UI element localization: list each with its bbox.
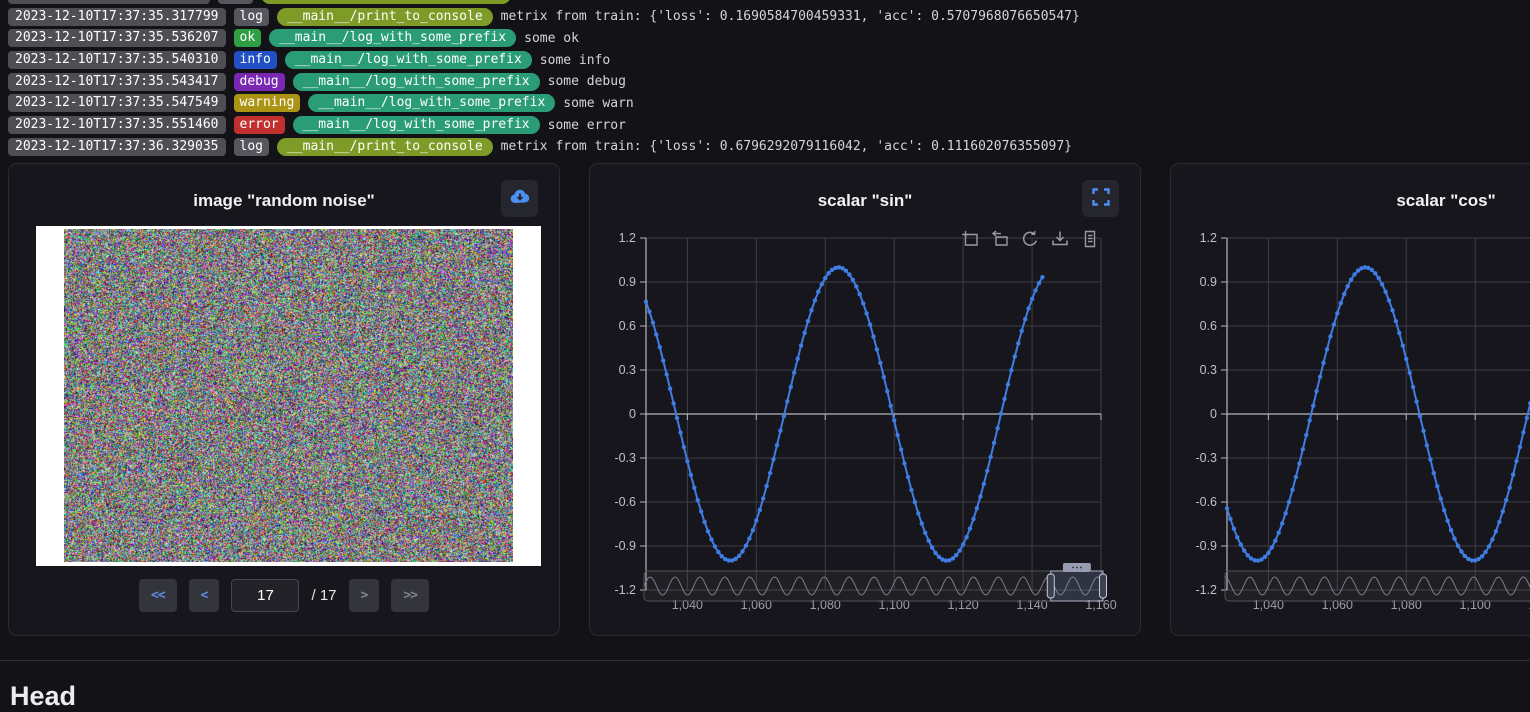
log-level-badge: info <box>234 51 277 69</box>
log-row: 2023-12-10T17:37:35.543417 debug __main_… <box>8 73 1080 91</box>
svg-text:1.2: 1.2 <box>619 231 636 245</box>
log-source-pill: __main__/log_with_some_prefix <box>293 116 540 134</box>
cos-chart-card: 1.20.90.60.30-0.3-0.6-0.9-1.21,0401,0601… <box>1170 163 1530 636</box>
datazoom-slider[interactable] <box>1225 563 1530 601</box>
svg-text:0: 0 <box>1210 407 1217 421</box>
image-pagination: << < / 17 > >> <box>9 579 559 612</box>
svg-text:-0.9: -0.9 <box>614 539 636 553</box>
log-row: 2023-12-10T17:37:35.551460 error __main_… <box>8 116 1080 134</box>
slider-handle[interactable] <box>1047 574 1054 598</box>
image-card-title: image "random noise" <box>9 191 559 211</box>
log-timestamp: 2023-12-10T17:37:35.317799 <box>8 8 226 26</box>
zoom-back-icon[interactable] <box>991 230 1009 248</box>
cloud-download-icon <box>509 186 531 211</box>
log-level-badge: debug <box>234 73 285 91</box>
log-message: some warn <box>563 96 633 111</box>
log-level-badge: log <box>234 8 269 26</box>
log-source-pill: __main__/log_with_some_prefix <box>285 51 532 69</box>
svg-text:0.9: 0.9 <box>619 275 636 289</box>
log-row <box>8 0 1080 4</box>
svg-text:-0.3: -0.3 <box>1195 451 1217 465</box>
log-message: some debug <box>548 74 626 89</box>
data-view-icon[interactable] <box>1081 230 1099 248</box>
log-message: some info <box>540 53 610 68</box>
sin-chart-card: 1.20.90.60.30-0.3-0.6-0.9-1.21,0401,0601… <box>589 163 1141 636</box>
svg-text:-0.3: -0.3 <box>614 451 636 465</box>
log-level-badge: warning <box>234 94 301 112</box>
slider-window[interactable] <box>1051 571 1103 601</box>
save-image-icon[interactable] <box>1051 230 1069 248</box>
slider-handle[interactable] <box>1100 574 1107 598</box>
datazoom-slider[interactable] <box>644 563 1107 601</box>
last-page-button[interactable]: >> <box>391 579 429 612</box>
sin-chart-title: scalar "sin" <box>590 191 1140 211</box>
log-source-pill: __main__/print_to_console <box>277 138 493 156</box>
fullscreen-icon <box>1092 188 1110 209</box>
log-timestamp: 2023-12-10T17:37:35.543417 <box>8 73 226 91</box>
fullscreen-button[interactable] <box>1082 180 1119 217</box>
log-level-badge: error <box>234 116 285 134</box>
log-row: 2023-12-10T17:37:35.536207 ok __main__/l… <box>8 29 1080 47</box>
log-source-pill: __main__/log_with_some_prefix <box>308 94 555 112</box>
cos-chart-title: scalar "cos" <box>1171 191 1530 211</box>
page-total-label: / 17 <box>311 587 336 604</box>
log-row: 2023-12-10T17:37:35.540310 info __main__… <box>8 51 1080 69</box>
cos-chart-plot[interactable]: 1.20.90.60.30-0.3-0.6-0.9-1.21,0401,0601… <box>1171 164 1530 637</box>
log-message: metrix from train: {'loss': 0.6796292079… <box>501 139 1072 154</box>
log-timestamp <box>8 0 210 4</box>
log-row: 2023-12-10T17:37:35.547549 warning __mai… <box>8 94 1080 112</box>
svg-text:-0.6: -0.6 <box>614 495 636 509</box>
random-noise-image <box>64 229 513 562</box>
zoom-box-icon[interactable] <box>961 230 979 248</box>
log-source-pill: __main__/log_with_some_prefix <box>293 73 540 91</box>
svg-text:-0.6: -0.6 <box>1195 495 1217 509</box>
first-page-button[interactable]: << <box>139 579 177 612</box>
chart-toolbar <box>961 230 1099 248</box>
log-source-pill: __main__/print_to_console <box>277 8 493 26</box>
y-axis: 1.2 0.9 0.6 0.3 0 -0.3 -0.6 -0.9 -1.2 <box>614 231 646 597</box>
log-message: metrix from train: {'loss': 0.1690584700… <box>501 9 1080 24</box>
svg-text:0.9: 0.9 <box>1200 275 1217 289</box>
log-timestamp: 2023-12-10T17:37:36.329035 <box>8 138 226 156</box>
page-number-input[interactable] <box>231 579 299 612</box>
log-level-badge <box>218 0 253 4</box>
svg-text:-1.2: -1.2 <box>614 583 636 597</box>
svg-text:0.6: 0.6 <box>1200 319 1217 333</box>
log-level-badge: ok <box>234 29 262 47</box>
section-divider <box>0 660 1530 661</box>
svg-text:0: 0 <box>629 407 636 421</box>
restore-icon[interactable] <box>1021 230 1039 248</box>
log-source-pill: __main__/log_with_some_prefix <box>269 29 516 47</box>
svg-text:0.3: 0.3 <box>1200 363 1217 377</box>
svg-text:-0.9: -0.9 <box>1195 539 1217 553</box>
log-level-badge: log <box>234 138 269 156</box>
log-timestamp: 2023-12-10T17:37:35.551460 <box>8 116 226 134</box>
log-row: 2023-12-10T17:37:35.317799 log __main__/… <box>8 8 1080 26</box>
y-axis: 1.2 0.9 0.6 0.3 0 -0.3 -0.6 -0.9 -1.2 <box>1195 231 1227 597</box>
log-source-pill <box>261 0 511 4</box>
image-card: image "random noise" << < / 17 > >> <box>8 163 560 636</box>
log-message: some error <box>548 118 626 133</box>
svg-text:1.2: 1.2 <box>1200 231 1217 245</box>
log-console: 2023-12-10T17:37:35.317799 log __main__/… <box>8 0 1080 160</box>
next-page-button[interactable]: > <box>349 579 380 612</box>
download-image-button[interactable] <box>501 180 538 217</box>
log-timestamp: 2023-12-10T17:37:35.536207 <box>8 29 226 47</box>
prev-page-button[interactable]: < <box>189 579 220 612</box>
image-panel <box>36 226 541 566</box>
svg-text:0.6: 0.6 <box>619 319 636 333</box>
log-timestamp: 2023-12-10T17:37:35.540310 <box>8 51 226 69</box>
svg-text:-1.2: -1.2 <box>1195 583 1217 597</box>
log-row: 2023-12-10T17:37:36.329035 log __main__/… <box>8 138 1080 156</box>
log-timestamp: 2023-12-10T17:37:35.547549 <box>8 94 226 112</box>
log-message: some ok <box>524 31 579 46</box>
svg-text:0.3: 0.3 <box>619 363 636 377</box>
